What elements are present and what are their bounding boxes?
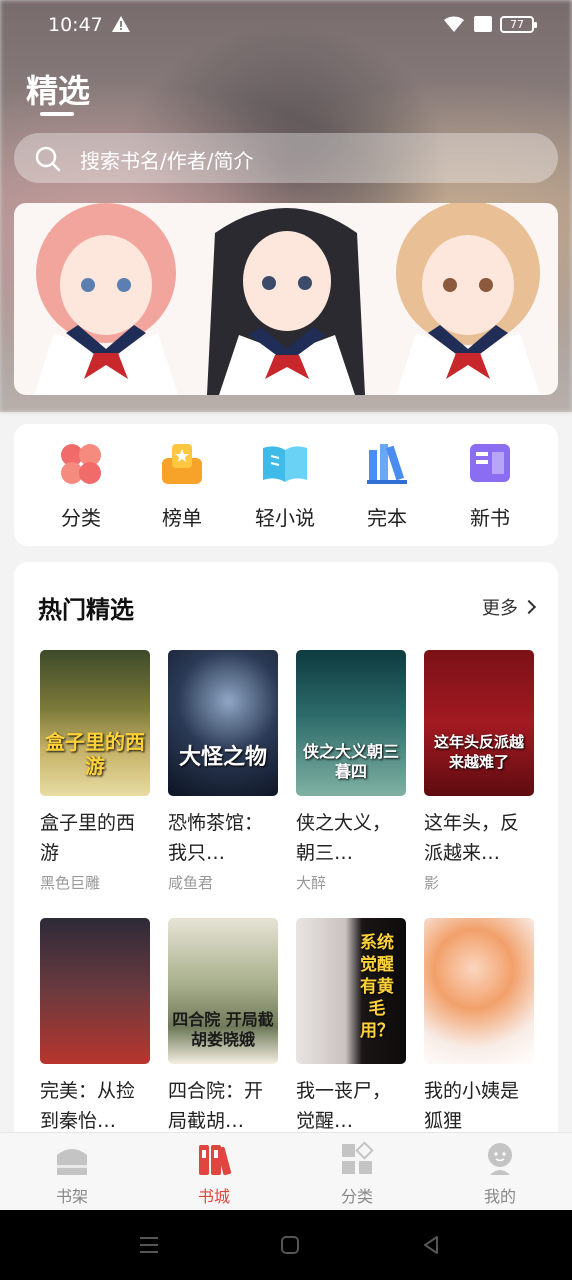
- banner-girl-black-hair: [207, 208, 365, 395]
- title-underline: [40, 112, 74, 116]
- book-cover[interactable]: 盒子里的西游: [40, 650, 150, 796]
- nav-tab-bookshelf[interactable]: 书架: [22, 1141, 122, 1207]
- back-icon[interactable]: [420, 1234, 442, 1256]
- clover-icon: [61, 444, 101, 484]
- category-item-new-books[interactable]: 新书: [445, 440, 535, 536]
- category-item-bangdan[interactable]: 榜单: [137, 440, 227, 536]
- book-cover[interactable]: 系统觉醒有黄毛用？: [296, 918, 406, 1064]
- nav-tab-category[interactable]: 分类: [307, 1141, 407, 1207]
- category-item-fenlei[interactable]: 分类: [36, 440, 126, 536]
- book-title: 恐怖茶馆：我只…: [168, 812, 264, 864]
- category-label: 新书: [470, 506, 510, 530]
- book-author: 黑色巨雕: [40, 874, 101, 892]
- warning-icon: [112, 16, 130, 32]
- book-title: 侠之大义，朝三…: [296, 812, 392, 864]
- page-title[interactable]: 精选: [26, 66, 90, 112]
- book-card[interactable]: 系统觉醒有黄毛用？ 我一丧尸，觉醒…: [296, 918, 408, 1140]
- hot-picks-section: 热门精选 更多 盒子里的西游 盒子里的西游 黑色巨雕 大怪之物 恐怖茶馆：我只……: [14, 562, 558, 1162]
- category-label: 轻小说: [255, 506, 315, 530]
- wifi-icon: [444, 16, 464, 32]
- menu-icon[interactable]: [138, 1234, 160, 1256]
- battery-indicator: 77: [500, 16, 537, 33]
- book-author: 大醉: [296, 874, 327, 892]
- book-cover[interactable]: 大怪之物: [168, 650, 278, 796]
- category-item-finished[interactable]: 完本: [342, 440, 432, 536]
- bookstore-icon: [199, 1145, 232, 1176]
- book-title: 盒子里的西游: [40, 812, 136, 864]
- cover-title: 大怪之物: [178, 745, 267, 770]
- status-time: 10:47: [48, 14, 103, 36]
- book-title: 我的小姨是狐狸: [424, 1080, 520, 1132]
- book-card[interactable]: 我的小姨是狐狸: [424, 918, 536, 1140]
- book-cover[interactable]: 这年头反派越来越难了: [424, 650, 534, 796]
- book-card[interactable]: 这年头反派越来越难了 这年头，反派越来… 影: [424, 650, 536, 893]
- status-bar: 10:47 77: [0, 0, 572, 52]
- more-label: 更多: [482, 598, 518, 619]
- category-item-light-novel[interactable]: 轻小说: [240, 440, 330, 536]
- book-card[interactable]: 四合院 开局截胡娄晓娥 四合院：开局截胡…: [168, 918, 280, 1140]
- book-cover[interactable]: 侠之大义朝三暮四: [296, 650, 406, 796]
- nav-label: 我的: [483, 1187, 516, 1206]
- nav-tab-bookstore[interactable]: 书城: [164, 1141, 264, 1207]
- book-cover[interactable]: [40, 918, 150, 1064]
- book-author: 咸鱼君: [168, 874, 214, 892]
- user-icon: [488, 1143, 512, 1175]
- nav-label: 书架: [55, 1187, 88, 1206]
- nav-tab-profile[interactable]: 我的: [450, 1141, 550, 1207]
- book-title: 完美：从捡到秦怡…: [40, 1080, 136, 1132]
- category-shortcuts: 分类 榜单 轻小说 完本 新书: [14, 424, 558, 546]
- category-label: 分类: [61, 506, 101, 530]
- banner-girl-blonde-hair: [396, 203, 540, 395]
- nav-label: 书城: [197, 1187, 230, 1206]
- book-card[interactable]: 盒子里的西游 盒子里的西游 黑色巨雕: [40, 650, 152, 893]
- section-title: 热门精选: [38, 596, 134, 624]
- ranking-icon: [162, 444, 202, 484]
- home-icon[interactable]: [279, 1234, 301, 1256]
- more-link[interactable]: 更多: [482, 594, 537, 620]
- books-shelf-icon: [367, 444, 407, 484]
- nav-label: 分类: [340, 1187, 373, 1206]
- grid-diamond-icon: [342, 1141, 374, 1174]
- new-book-icon: [470, 444, 510, 482]
- cover-title: 系统觉醒有黄毛用？: [360, 933, 394, 1041]
- cover-title: 四合院 开局截胡娄晓娥: [172, 1010, 274, 1049]
- book-card[interactable]: 完美：从捡到秦怡…: [40, 918, 152, 1140]
- open-book-icon: [263, 446, 307, 482]
- search-placeholder: 搜索书名/作者/简介: [80, 149, 254, 173]
- sim-off-icon: [474, 16, 492, 32]
- book-title: 四合院：开局截胡…: [168, 1080, 264, 1132]
- bottom-nav: 书架 书城 分类 我的: [0, 1132, 572, 1210]
- cover-title: 侠之大义朝三暮四: [302, 742, 399, 781]
- promo-banner[interactable]: [14, 203, 558, 395]
- category-label: 完本: [367, 506, 407, 530]
- cover-title: 盒子里的西游: [45, 730, 145, 778]
- book-title: 我一丧尸，觉醒…: [296, 1080, 392, 1132]
- search-icon: [35, 146, 61, 172]
- book-author: 影: [424, 874, 440, 892]
- book-card[interactable]: 侠之大义朝三暮四 侠之大义，朝三… 大醉: [296, 650, 408, 893]
- system-nav-bar: [0, 1210, 572, 1280]
- banner-girl-pink-hair: [34, 203, 178, 395]
- book-cover[interactable]: 四合院 开局截胡娄晓娥: [168, 918, 278, 1064]
- bookshelf-icon: [57, 1149, 87, 1175]
- search-input[interactable]: 搜索书名/作者/简介: [14, 133, 558, 183]
- category-label: 榜单: [162, 506, 202, 530]
- book-card[interactable]: 大怪之物 恐怖茶馆：我只… 咸鱼君: [168, 650, 280, 893]
- book-title: 这年头，反派越来…: [424, 812, 520, 864]
- cover-title: 这年头反派越来越难了: [433, 733, 524, 771]
- chevron-right-icon: [521, 599, 537, 615]
- book-cover[interactable]: [424, 918, 534, 1064]
